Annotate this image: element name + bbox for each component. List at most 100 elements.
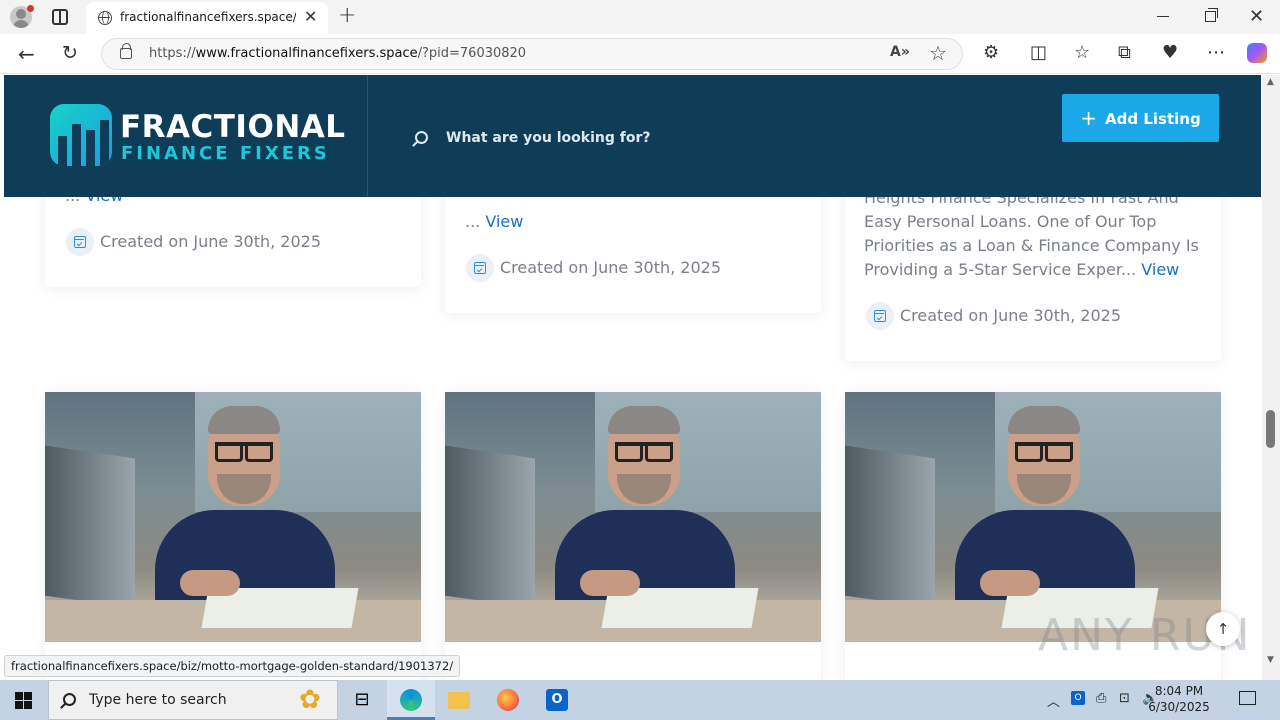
calendar-badge xyxy=(866,302,894,330)
header-divider xyxy=(367,75,368,197)
search-icon xyxy=(63,693,76,706)
edge-glyph xyxy=(400,689,422,711)
tray-outlook-icon[interactable]: O xyxy=(1071,691,1085,705)
window-close-icon[interactable]: ✕ xyxy=(1249,6,1264,27)
scroll-to-top-button[interactable]: ↑ xyxy=(1206,612,1240,646)
back-arrow-icon[interactable]: ← xyxy=(18,42,35,66)
taskbar-search-placeholder: Type here to search xyxy=(89,692,227,708)
add-listing-label: Add Listing xyxy=(1105,110,1201,128)
start-pane xyxy=(24,701,32,709)
folder-glyph xyxy=(448,692,470,709)
listing-photo[interactable] xyxy=(445,392,821,642)
logo-bar xyxy=(100,120,109,166)
photo-hand xyxy=(980,570,1040,596)
url-path: /?pid=76030820 xyxy=(417,46,527,61)
url-text[interactable]: https://www.fractionalfinancefixers.spac… xyxy=(149,46,526,61)
url-scheme: https:// xyxy=(149,46,196,61)
card-2-view-link[interactable]: View xyxy=(485,212,523,231)
start-pane xyxy=(24,692,32,700)
file-explorer-icon[interactable] xyxy=(435,680,483,720)
copilot-icon[interactable] xyxy=(1247,43,1267,63)
clock-time: 8:04 PM xyxy=(1154,684,1204,698)
scrollbar-thumb[interactable] xyxy=(1266,410,1275,448)
card-2-excerpt: ... View xyxy=(465,212,524,231)
tab-close-icon[interactable]: ✕ xyxy=(304,8,317,26)
outlook-icon[interactable]: O xyxy=(533,680,581,720)
logo-subtitle[interactable]: FINANCE FIXERS xyxy=(121,143,330,164)
favorite-star-icon[interactable]: ☆ xyxy=(929,41,947,65)
logo-bar xyxy=(58,136,67,166)
card-3-view-link[interactable]: View xyxy=(1141,260,1179,279)
task-view-icon[interactable]: ⊟ xyxy=(338,680,386,720)
firefox-glyph xyxy=(497,689,519,711)
logo-title[interactable]: FRACTIONAL xyxy=(120,109,346,145)
search-input[interactable] xyxy=(446,125,826,151)
search-icon[interactable] xyxy=(415,131,428,144)
listing-photo[interactable] xyxy=(45,392,421,642)
lock-icon[interactable] xyxy=(120,43,132,59)
edge-taskbar-icon[interactable] xyxy=(387,680,435,720)
scroll-up-arrow-icon[interactable]: ▲ xyxy=(1267,77,1274,87)
minimize-icon[interactable] xyxy=(1157,16,1169,17)
calendar-icon xyxy=(874,310,886,322)
firefox-icon[interactable] xyxy=(484,680,532,720)
outlook-glyph: O xyxy=(546,689,568,711)
photo-hair xyxy=(208,406,280,434)
calendar-icon xyxy=(74,236,86,248)
windows-taskbar: Type here to search ✿ ⊟ O ︿ O ⎙ ⊡ 🔉 8:04… xyxy=(0,680,1280,720)
reload-icon[interactable]: ↻ xyxy=(62,42,78,64)
new-tab-button[interactable]: + xyxy=(338,5,356,27)
site-header: FRACTIONAL FINANCE FIXERS + Add Listing xyxy=(4,75,1261,197)
card-1-created: Created on June 30th, 2025 xyxy=(100,232,322,251)
photo-glasses xyxy=(615,442,673,462)
web-page: ... View Created on June 30th, 2025 ... … xyxy=(0,75,1262,685)
browser-essentials-icon[interactable]: ♥ xyxy=(1162,42,1178,63)
start-pane xyxy=(15,692,23,700)
read-aloud-icon[interactable]: A» xyxy=(890,44,910,60)
url-host: www.fractionalfinancefixers.space xyxy=(195,46,418,61)
url-field[interactable]: https://www.fractionalfinancefixers.spac… xyxy=(101,38,963,70)
taskbar-clock[interactable]: 8:04 PM 6/30/2025 xyxy=(1144,683,1214,715)
plus-icon: + xyxy=(1080,106,1098,130)
card-3-line-4: Providing a 5-Star Service Exper... xyxy=(864,260,1137,279)
taskbar-search-box[interactable]: Type here to search ✿ xyxy=(48,680,338,720)
restore-icon[interactable] xyxy=(1205,8,1218,22)
tab-actions-icon[interactable] xyxy=(52,9,68,25)
tray-overflow-chevron-icon[interactable]: ︿ xyxy=(1047,691,1060,710)
browser-tab-active[interactable]: fractionalfinancefixers.space/?pid= ✕ xyxy=(86,2,328,34)
task-view-glyph: ⊟ xyxy=(354,689,370,710)
windows-start-icon[interactable] xyxy=(15,692,32,709)
photo-monitor xyxy=(45,445,135,609)
globe-icon xyxy=(98,11,112,25)
profile-notification-dot xyxy=(27,5,34,12)
calendar-badge xyxy=(66,228,94,256)
favorites-icon[interactable]: ☆ xyxy=(1074,42,1090,63)
card-3-created: Created on June 30th, 2025 xyxy=(900,306,1122,325)
address-bar-row: ← ↻ https://www.fractionalfinancefixers.… xyxy=(0,34,1280,74)
extensions-icon[interactable]: ⚙ xyxy=(983,42,999,63)
more-menu-icon[interactable]: ⋯ xyxy=(1207,42,1225,63)
add-listing-button[interactable]: + Add Listing xyxy=(1062,94,1219,142)
scroll-down-arrow-icon[interactable]: ▼ xyxy=(1267,655,1274,665)
network-icon[interactable]: ⊡ xyxy=(1119,691,1130,706)
logo-icon[interactable] xyxy=(50,104,112,166)
photo-hand xyxy=(180,570,240,596)
start-pane xyxy=(15,701,23,709)
calendar-badge xyxy=(466,254,494,282)
card-3-excerpt: Heights Finance Specializes In Fast And … xyxy=(864,186,1204,282)
notification-center-icon[interactable] xyxy=(1239,691,1256,705)
logo-bar xyxy=(72,124,81,166)
split-screen-icon[interactable]: ◫ xyxy=(1030,42,1047,63)
page-scrollbar[interactable]: ▲ ▼ xyxy=(1262,75,1280,685)
clock-date: 6/30/2025 xyxy=(1148,700,1210,714)
listing-photo[interactable] xyxy=(845,392,1221,642)
search-highlight-flowers-icon: ✿ xyxy=(299,685,321,715)
photo-hand xyxy=(580,570,640,596)
collections-icon[interactable]: ⧉ xyxy=(1118,42,1131,63)
photo-hair xyxy=(1008,406,1080,434)
logo-bar xyxy=(86,130,95,166)
photo-glasses xyxy=(215,442,273,462)
tray-device-icon[interactable]: ⎙ xyxy=(1096,691,1106,706)
photo-monitor xyxy=(845,445,935,609)
calendar-icon xyxy=(474,262,486,274)
